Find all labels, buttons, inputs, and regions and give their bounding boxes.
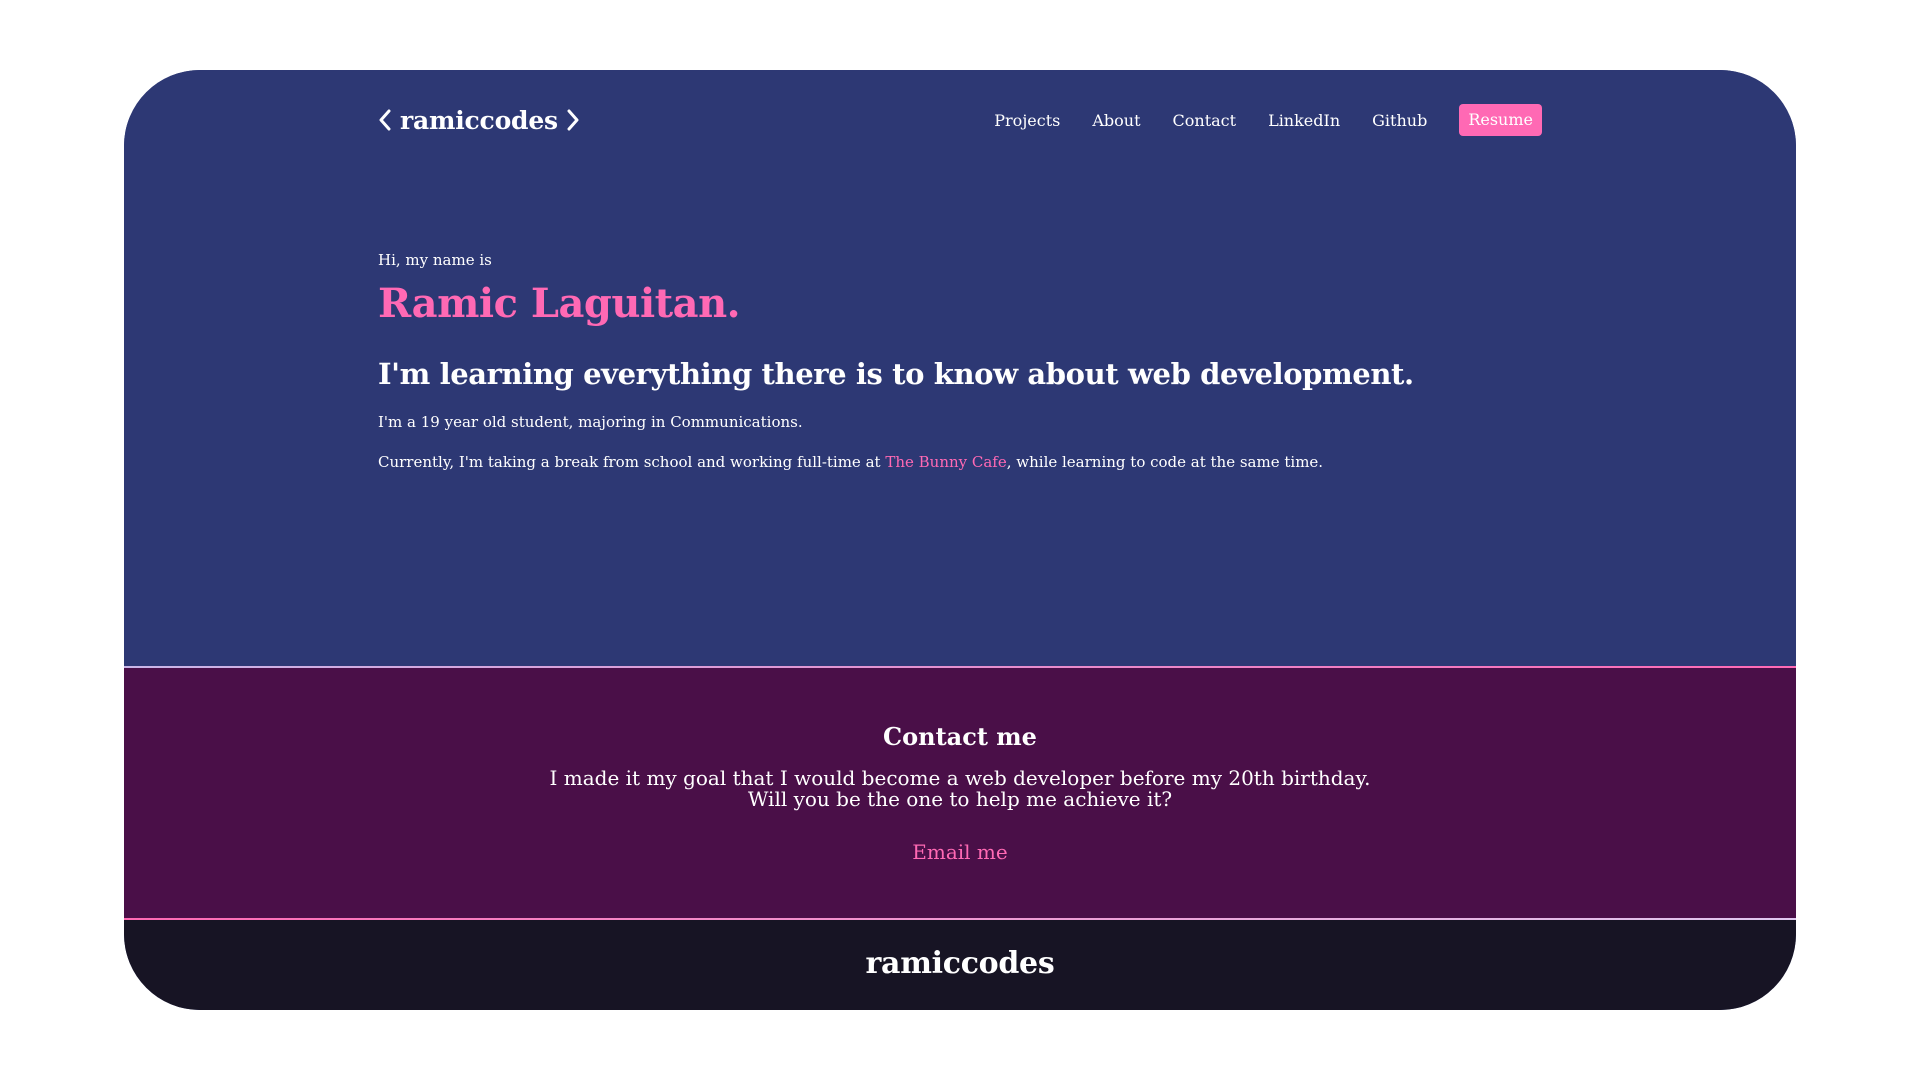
contact-line-2: Will you be the one to help me achieve i…: [747, 787, 1173, 811]
chevron-left-icon: [378, 107, 392, 133]
intro-paragraph-2-end: , while learning to code at the same tim…: [1006, 453, 1324, 471]
site-footer: ramiccodes: [124, 920, 1796, 1010]
top-navbar: ramiccodes Projects About Contact Linked…: [378, 102, 1542, 138]
site-logo[interactable]: ramiccodes: [378, 102, 580, 138]
nav-links: Projects About Contact LinkedIn Github R…: [962, 102, 1542, 138]
resume-button[interactable]: Resume: [1459, 104, 1542, 136]
bunny-cafe-link[interactable]: The Bunny Cafe: [885, 453, 1006, 471]
contact-title: Contact me: [883, 722, 1037, 751]
contact-text: I made it my goal that I would become a …: [124, 768, 1796, 810]
nav-link-projects[interactable]: Projects: [994, 111, 1060, 130]
nav-link-github[interactable]: Github: [1372, 111, 1427, 130]
email-me-label[interactable]: Email me: [912, 840, 1007, 864]
email-me-link: Email me: [124, 840, 1796, 864]
logo-text: ramiccodes: [400, 105, 558, 135]
hero-name: Ramic Laguitan.: [378, 280, 741, 327]
page-frame: ramiccodes Projects About Contact Linked…: [124, 70, 1796, 1010]
intro-paragraph-1: I'm a 19 year old student, majoring in C…: [378, 413, 803, 431]
nav-link-about[interactable]: About: [1092, 111, 1140, 130]
footer-logo: ramiccodes: [865, 946, 1055, 981]
intro-paragraph-2: Currently, I'm taking a break from schoo…: [378, 452, 1478, 472]
chevron-right-icon: [566, 107, 580, 133]
contact-section: Contact me I made it my goal that I woul…: [124, 668, 1796, 920]
intro-paragraph-2-start: Currently, I'm taking a break from schoo…: [378, 453, 886, 471]
greeting-text: Hi, my name is: [378, 251, 492, 269]
intro-block: Hi, my name is Ramic Laguitan. I'm learn…: [378, 250, 1478, 472]
nav-link-contact[interactable]: Contact: [1173, 111, 1237, 130]
hero-section: ramiccodes Projects About Contact Linked…: [124, 70, 1796, 668]
hero-tagline: I'm learning everything there is to know…: [378, 357, 1414, 391]
nav-link-linkedin[interactable]: LinkedIn: [1268, 111, 1340, 130]
